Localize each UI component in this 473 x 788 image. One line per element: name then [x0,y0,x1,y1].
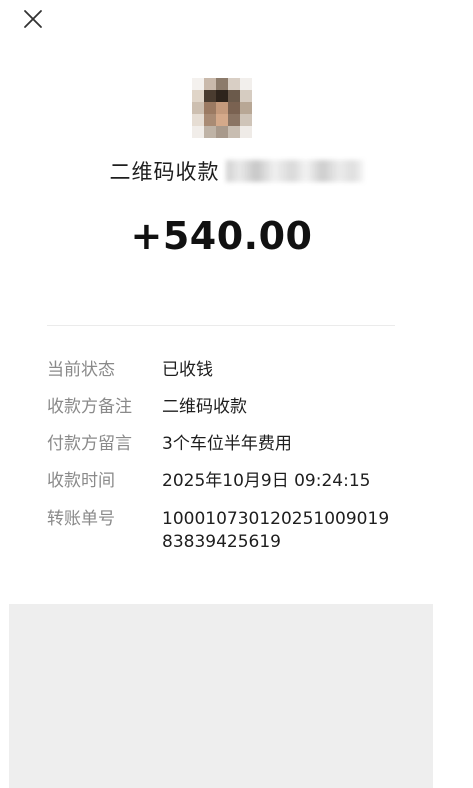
avatar [192,78,252,138]
detail-value-payee-note: 二维码收款 [162,397,247,417]
divider [47,325,395,326]
payee-name: 二维码收款 [0,156,473,190]
detail-value-payer-message: 3个车位半年费用 [162,434,292,454]
detail-value-transfer-id: 10001073012025100901983839425619 [162,509,390,552]
payee-name-redacted [225,160,364,182]
amount: +540.00 [130,214,313,258]
top-bar [0,0,473,44]
detail-label-payer-message: 付款方留言 [47,434,132,454]
detail-label-time: 收款时间 [47,471,115,491]
close-icon [24,10,42,28]
payee-label: 二维码收款 [109,160,220,184]
detail-label-status: 当前状态 [47,360,115,380]
detail-label-transfer-id: 转账单号 [47,509,115,529]
detail-label-payee-note: 收款方备注 [47,397,132,417]
detail-value-status: 已收钱 [162,360,213,380]
close-button[interactable] [20,6,46,32]
bottom-panel [9,604,433,788]
detail-value-time: 2025年10月9日 09:24:15 [162,471,371,491]
